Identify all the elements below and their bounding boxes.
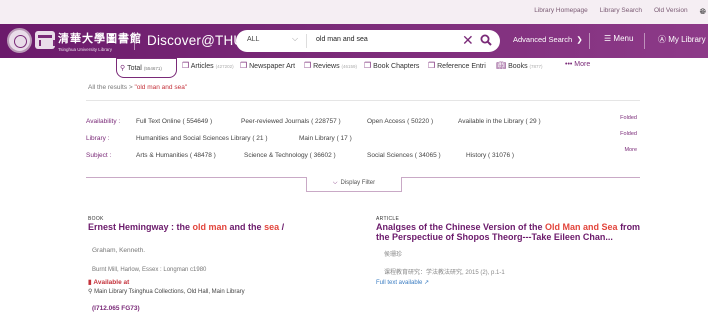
facet-availability-label: Availability : bbox=[86, 118, 121, 125]
more-label: More bbox=[574, 61, 591, 68]
result-source: 课程教育研究：学法教法研究, 2015 (2), p.1-1 bbox=[384, 270, 505, 276]
user-icon: Ⓐ bbox=[658, 35, 669, 44]
brand-title[interactable]: Discover@THU bbox=[147, 33, 243, 48]
old-version-link[interactable]: Old Version bbox=[654, 7, 688, 17]
result-location: ⚲ Main Library Tsinghua Collections, Old… bbox=[88, 289, 245, 295]
full-text-link[interactable]: Full text available ↗ bbox=[376, 279, 429, 286]
tab-label: Books bbox=[508, 63, 528, 70]
chevron-down-icon[interactable]: ⌵ bbox=[292, 34, 298, 44]
tab-reviews[interactable]: ❒ Reviews (46159) bbox=[304, 61, 357, 70]
facet-subject-more[interactable]: More bbox=[624, 147, 637, 153]
header-divider bbox=[134, 32, 135, 50]
result-title[interactable]: Ernest Hemingway : the old man and the s… bbox=[88, 222, 284, 232]
tab-count: (427202) bbox=[215, 64, 234, 69]
header-divider bbox=[589, 33, 590, 49]
tab-label: Book Chapters bbox=[373, 63, 420, 70]
breadcrumb-all-results[interactable]: All the results > bbox=[88, 84, 133, 91]
search-input[interactable]: old man and sea bbox=[316, 36, 368, 43]
globe-icon[interactable]: 🌐︎ bbox=[700, 7, 706, 17]
more-tabs-link[interactable]: ••• More bbox=[565, 61, 590, 68]
tab-count: (7877) bbox=[529, 64, 543, 69]
facet-option[interactable]: Science & Technology ( 36602 ) bbox=[244, 152, 336, 159]
library-homepage-link[interactable]: Library Homepage bbox=[534, 7, 587, 17]
facet-option[interactable]: Social Sciences ( 34065 ) bbox=[367, 152, 441, 159]
book-icon: 📖︎ bbox=[496, 61, 507, 70]
search-icon[interactable] bbox=[480, 34, 492, 46]
resource-type-tabs: ⚲ Total (554671) ❒ Articles (427202) ❒ N… bbox=[0, 58, 708, 78]
logo-english-text: Tsinghua University Library bbox=[58, 47, 113, 52]
my-library-label: My Library bbox=[668, 35, 706, 44]
newspaper-icon: ❒ bbox=[240, 61, 248, 70]
facet-option[interactable]: Open Access ( 50220 ) bbox=[367, 118, 433, 125]
external-link-icon: ↗ bbox=[422, 280, 430, 286]
tab-label: Reviews bbox=[313, 63, 340, 70]
tab-count: (554671) bbox=[143, 66, 162, 71]
search-box: ALL ⌵ old man and sea ✕ bbox=[236, 30, 500, 52]
facet-option[interactable]: Arts & Humanities ( 48478 ) bbox=[136, 152, 216, 159]
utility-bar: Library Homepage Library Search Old Vers… bbox=[0, 0, 708, 24]
availability-status[interactable]: ▮ Available at bbox=[88, 278, 129, 286]
tab-book-chapters[interactable]: ❒ Book Chapters bbox=[364, 61, 419, 70]
my-library-button[interactable]: Ⓐ My Library bbox=[658, 34, 706, 45]
hamburger-icon: ☰ bbox=[604, 34, 614, 43]
document-icon: ❒ bbox=[182, 61, 190, 70]
tab-newspaper-articles[interactable]: ❒ Newspaper Art bbox=[240, 61, 295, 70]
result-item: BOOK Ernest Hemingway : the old man and … bbox=[88, 216, 284, 232]
result-publisher: Burnt Mill, Harlow, Essex : Longman c198… bbox=[92, 267, 207, 273]
menu-label: Menu bbox=[613, 34, 634, 43]
search-separator bbox=[306, 34, 307, 48]
tab-reference-entries[interactable]: ❒ Reference Entri bbox=[428, 61, 486, 70]
result-title[interactable]: Analgses of the Chinese Version of the O… bbox=[376, 222, 646, 242]
display-filter-toggle[interactable]: ⌵ Display Filter bbox=[306, 177, 402, 192]
advanced-search-label: Advanced Search bbox=[513, 35, 573, 44]
menu-button[interactable]: ☰ Menu bbox=[604, 34, 633, 43]
library-search-link[interactable]: Library Search bbox=[600, 7, 642, 17]
tab-books[interactable]: 📖︎ Books (7877) bbox=[496, 61, 543, 70]
library-building-icon bbox=[35, 31, 55, 49]
tab-label: Articles bbox=[190, 63, 214, 70]
facet-option[interactable]: Humanities and Social Sciences Library (… bbox=[136, 135, 268, 142]
advanced-search-button[interactable]: Advanced Search ❯ bbox=[513, 35, 583, 44]
header-divider bbox=[644, 33, 645, 49]
facet-subject-label: Subject : bbox=[86, 152, 112, 159]
more-dots-icon: ••• bbox=[565, 61, 575, 68]
tab-label: Total bbox=[127, 65, 142, 72]
logo-chinese-text: 清華大學圖書館 bbox=[58, 32, 142, 45]
tab-count: (46159) bbox=[341, 64, 358, 69]
book-chapter-icon: ❒ bbox=[364, 61, 372, 70]
result-author[interactable]: Graham, Kenneth. bbox=[92, 247, 145, 254]
result-author[interactable]: 侯珊珍 bbox=[384, 249, 402, 258]
facet-option[interactable]: Available in the Library ( 29 ) bbox=[458, 118, 541, 125]
divider bbox=[86, 100, 640, 101]
clear-icon[interactable]: ✕ bbox=[462, 32, 474, 48]
tab-total[interactable]: ⚲ Total (554671) bbox=[116, 58, 177, 78]
search-scope-select[interactable]: ALL bbox=[247, 36, 259, 43]
result-item: ARTICLE Analgses of the Chinese Version … bbox=[376, 216, 646, 242]
facet-availability-toggle[interactable]: Folded bbox=[620, 115, 637, 121]
breadcrumb-query: "old man and sea" bbox=[134, 84, 188, 91]
tab-articles[interactable]: ❒ Articles (427202) bbox=[182, 61, 234, 70]
chevron-right-icon: ❯ bbox=[574, 35, 583, 44]
chevron-down-icon: ⌵ bbox=[332, 180, 338, 186]
header: 清華大學圖書館 Tsinghua University Library Disc… bbox=[0, 24, 708, 58]
tab-label: Newspaper Art bbox=[249, 63, 296, 70]
review-icon: ❒ bbox=[304, 61, 312, 70]
library-logo[interactable]: 清華大學圖書館 Tsinghua University Library bbox=[58, 30, 142, 52]
facet-library-label: Library : bbox=[86, 135, 110, 142]
facet-option[interactable]: History ( 31076 ) bbox=[466, 152, 514, 159]
reference-icon: ❒ bbox=[428, 61, 436, 70]
call-number[interactable]: (I712.065 FG73) bbox=[92, 305, 140, 312]
tab-label: Reference Entri bbox=[437, 63, 486, 70]
facet-option[interactable]: Main Library ( 17 ) bbox=[299, 135, 352, 142]
facet-option[interactable]: Full Text Online ( 554649 ) bbox=[136, 118, 212, 125]
facet-library-toggle[interactable]: Folded bbox=[620, 131, 637, 137]
facet-option[interactable]: Peer-reviewed Journals ( 228757 ) bbox=[241, 118, 341, 125]
display-filter-label: Display Filter bbox=[340, 180, 376, 186]
breadcrumb: All the results > "old man and sea" bbox=[88, 84, 187, 91]
university-seal-icon bbox=[7, 28, 32, 53]
